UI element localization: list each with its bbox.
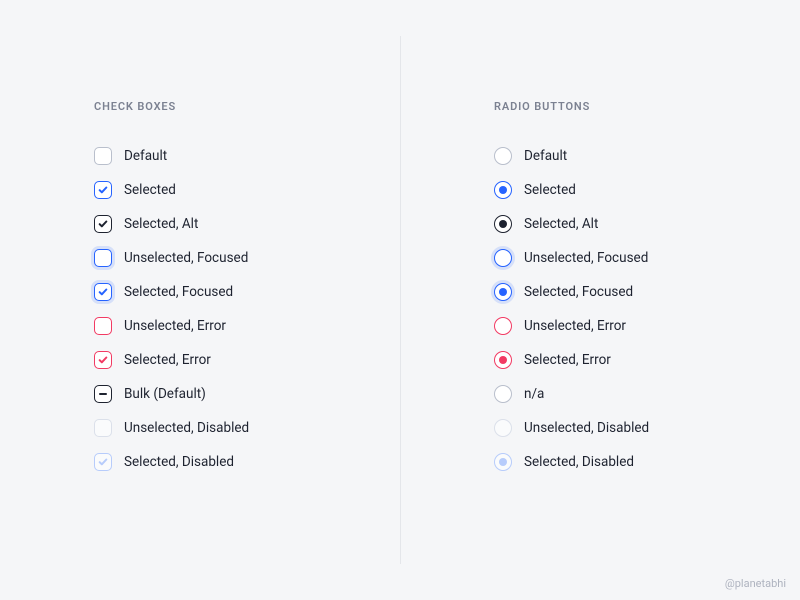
checkbox-label: Selected [124,182,176,198]
checkbox-bulk[interactable] [94,385,112,403]
radio-selected-alt[interactable] [494,215,512,233]
radio-row-default: Default [494,139,800,173]
checkbox-row-unselected-disabled: Unselected, Disabled [94,411,400,445]
checkbox-selected-alt[interactable] [94,215,112,233]
radio-label: Selected, Focused [524,284,633,300]
checkbox-row-selected-disabled: Selected, Disabled [94,445,400,479]
dot-icon [499,356,507,364]
checkbox-label: Bulk (Default) [124,386,206,402]
radio-selected-focused[interactable] [494,283,512,301]
dot-icon [499,458,507,466]
check-icon [98,457,108,467]
checkbox-row-selected: Selected [94,173,400,207]
radio-row-unselected-error: Unselected, Error [494,309,800,343]
radio-row-selected-error: Selected, Error [494,343,800,377]
checkbox-label: Unselected, Disabled [124,420,249,436]
radios-title: RADIO BUTTONS [494,100,800,113]
dot-icon [499,186,507,194]
radio-label: Unselected, Focused [524,250,648,266]
checkboxes-title: CHECK BOXES [94,100,400,113]
dash-icon [99,393,107,395]
checkbox-label: Selected, Alt [124,216,198,232]
check-icon [98,185,108,195]
radio-selected-error[interactable] [494,351,512,369]
dot-icon [499,288,507,296]
dot-icon [499,220,507,228]
checkbox-label: Selected, Disabled [124,454,234,470]
radio-unselected-focused[interactable] [494,249,512,267]
radio-label: Default [524,148,567,164]
radio-label: Selected, Disabled [524,454,634,470]
radio-default[interactable] [494,147,512,165]
radio-unselected-disabled [494,419,512,437]
radios-column: RADIO BUTTONS Default Selected Selected,… [400,100,800,600]
credit-handle: @planetabhi [725,577,786,590]
checkbox-row-selected-error: Selected, Error [94,343,400,377]
checkbox-row-selected-focused: Selected, Focused [94,275,400,309]
checkbox-row-selected-alt: Selected, Alt [94,207,400,241]
radio-row-na: n/a [494,377,800,411]
checkbox-row-unselected-focused: Unselected, Focused [94,241,400,275]
canvas: CHECK BOXES Default Selected Selected, A… [0,0,800,600]
radio-row-selected-disabled: Selected, Disabled [494,445,800,479]
checkbox-row-default: Default [94,139,400,173]
radio-row-selected-alt: Selected, Alt [494,207,800,241]
checkbox-label: Selected, Error [124,352,211,368]
checkbox-unselected-focused[interactable] [94,249,112,267]
checkbox-unselected-error[interactable] [94,317,112,335]
radio-label: Selected, Alt [524,216,598,232]
radio-label: Unselected, Disabled [524,420,649,436]
check-icon [98,219,108,229]
checkbox-row-unselected-error: Unselected, Error [94,309,400,343]
checkbox-row-bulk: Bulk (Default) [94,377,400,411]
radio-unselected-error[interactable] [494,317,512,335]
radio-label: n/a [524,386,544,402]
radio-row-selected: Selected [494,173,800,207]
radio-row-unselected-focused: Unselected, Focused [494,241,800,275]
radio-label: Selected [524,182,576,198]
radio-selected[interactable] [494,181,512,199]
checkbox-unselected-disabled [94,419,112,437]
checkbox-selected-error[interactable] [94,351,112,369]
check-icon [98,355,108,365]
radio-row-selected-focused: Selected, Focused [494,275,800,309]
radio-label: Selected, Error [524,352,611,368]
checkbox-label: Default [124,148,167,164]
checkbox-selected[interactable] [94,181,112,199]
radio-row-unselected-disabled: Unselected, Disabled [494,411,800,445]
checkbox-label: Selected, Focused [124,284,233,300]
checkbox-label: Unselected, Focused [124,250,248,266]
radio-na[interactable] [494,385,512,403]
checkboxes-column: CHECK BOXES Default Selected Selected, A… [0,100,400,600]
radio-selected-disabled [494,453,512,471]
checkbox-label: Unselected, Error [124,318,226,334]
radio-label: Unselected, Error [524,318,626,334]
checkbox-default[interactable] [94,147,112,165]
checkbox-selected-disabled [94,453,112,471]
checkbox-selected-focused[interactable] [94,283,112,301]
check-icon [98,287,108,297]
